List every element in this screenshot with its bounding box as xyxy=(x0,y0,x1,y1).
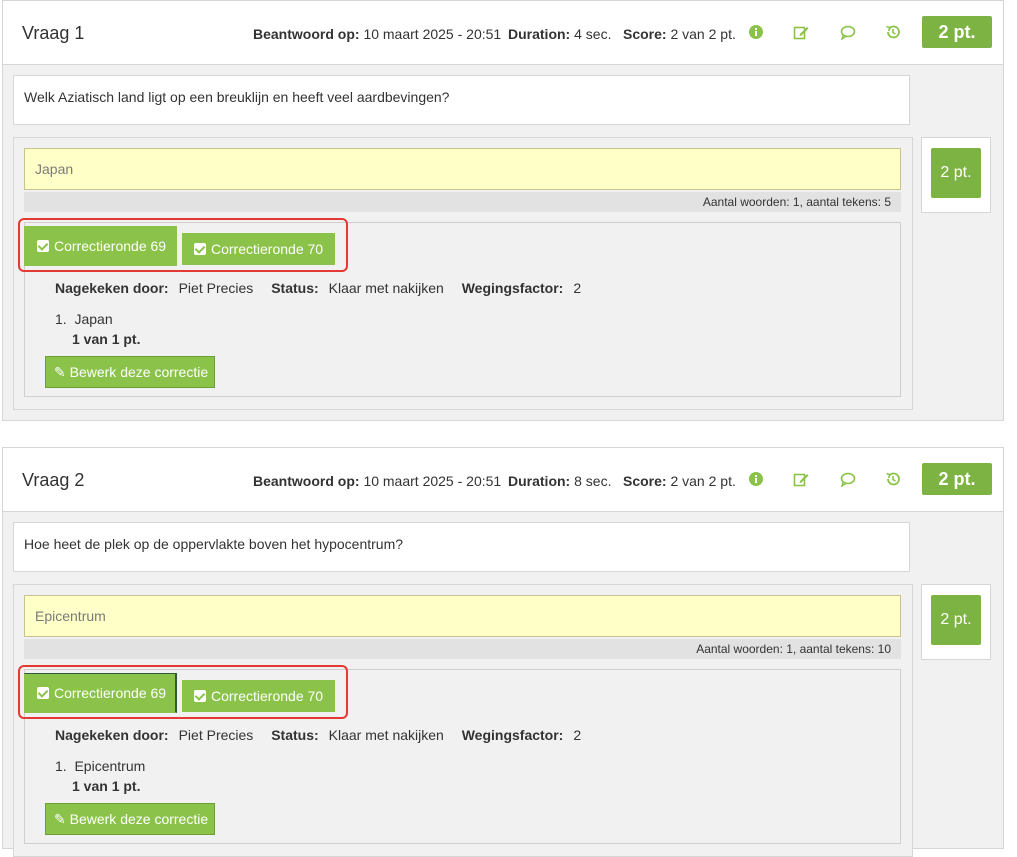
question-header: Vraag 1 Beantwoord op: 10 maart 2025 - 2… xyxy=(3,1,1003,65)
answer-field: Japan xyxy=(24,148,901,190)
points-button[interactable]: 2 pt. xyxy=(931,595,981,645)
item-score: 1 van 1 pt. xyxy=(72,331,141,347)
history-icon[interactable] xyxy=(885,471,901,487)
weight-value: 2 xyxy=(573,727,582,743)
score: Score: 2 van 2 pt. xyxy=(623,473,736,489)
comment-icon[interactable] xyxy=(840,24,856,40)
answer-word-count: Aantal woorden: 1, aantal tekens: 5 xyxy=(24,192,901,212)
highlight-box xyxy=(18,665,348,719)
score: Score: 2 van 2 pt. xyxy=(623,26,736,42)
question-card: Vraag 1 Beantwoord op: 10 maart 2025 - 2… xyxy=(2,0,1004,421)
edit-correction-button[interactable]: ✎ Bewerk deze correctie xyxy=(45,356,215,388)
list-item: 1. Japan xyxy=(55,311,113,327)
edit-correction-button[interactable]: ✎ Bewerk deze correctie xyxy=(45,803,215,835)
status-value: Klaar met nakijken xyxy=(328,280,444,296)
item-score: 1 van 1 pt. xyxy=(72,778,141,794)
info-icon[interactable] xyxy=(748,471,764,487)
correction-info: Nagekeken door: Piet Precies Status: Klaar… xyxy=(55,280,582,296)
answer-field: Epicentrum xyxy=(24,595,901,637)
points-button[interactable]: 2 pt. xyxy=(931,148,981,198)
points-panel: 2 pt. xyxy=(921,137,991,213)
checked-by-value: Piet Precies xyxy=(178,280,254,296)
duration: Duration: 8 sec. xyxy=(508,473,612,489)
comment-icon[interactable] xyxy=(840,471,856,487)
question-text: Welk Aziatisch land ligt op een breuklij… xyxy=(13,75,910,125)
question-header: Vraag 2 Beantwoord op: 10 maart 2025 - 2… xyxy=(3,448,1003,512)
pencil-icon: ✎ xyxy=(54,811,66,827)
status-value: Klaar met nakijken xyxy=(328,727,444,743)
info-icon[interactable] xyxy=(748,24,764,40)
answer-panel: Japan Aantal woorden: 1, aantal tekens: … xyxy=(13,137,913,410)
question-title: Vraag 2 xyxy=(22,470,85,490)
answered-on: Beantwoord op: 10 maart 2025 - 20:51 xyxy=(253,26,502,42)
checked-by-value: Piet Precies xyxy=(178,727,254,743)
history-icon[interactable] xyxy=(885,24,901,40)
duration: Duration: 4 sec. xyxy=(508,26,612,42)
answer-panel: Epicentrum Aantal woorden: 1, aantal tek… xyxy=(13,584,913,857)
question-points-badge: 2 pt. xyxy=(922,463,992,495)
edit-icon[interactable] xyxy=(793,24,809,40)
correction-info: Nagekeken door: Piet Precies Status: Klaar… xyxy=(55,727,582,743)
answer-word-count: Aantal woorden: 1, aantal tekens: 10 xyxy=(24,639,901,659)
question-points-badge: 2 pt. xyxy=(922,16,992,48)
question-text: Hoe heet de plek op de oppervlakte boven… xyxy=(13,522,910,572)
answered-on: Beantwoord op: 10 maart 2025 - 20:51 xyxy=(253,473,502,489)
points-panel: 2 pt. xyxy=(921,584,991,660)
list-item: 1. Epicentrum xyxy=(55,758,146,774)
edit-icon[interactable] xyxy=(793,471,809,487)
highlight-box xyxy=(18,218,348,272)
question-card: Vraag 2 Beantwoord op: 10 maart 2025 - 2… xyxy=(2,447,1004,857)
weight-value: 2 xyxy=(573,280,582,296)
pencil-icon: ✎ xyxy=(54,364,66,380)
question-title: Vraag 1 xyxy=(22,23,85,43)
